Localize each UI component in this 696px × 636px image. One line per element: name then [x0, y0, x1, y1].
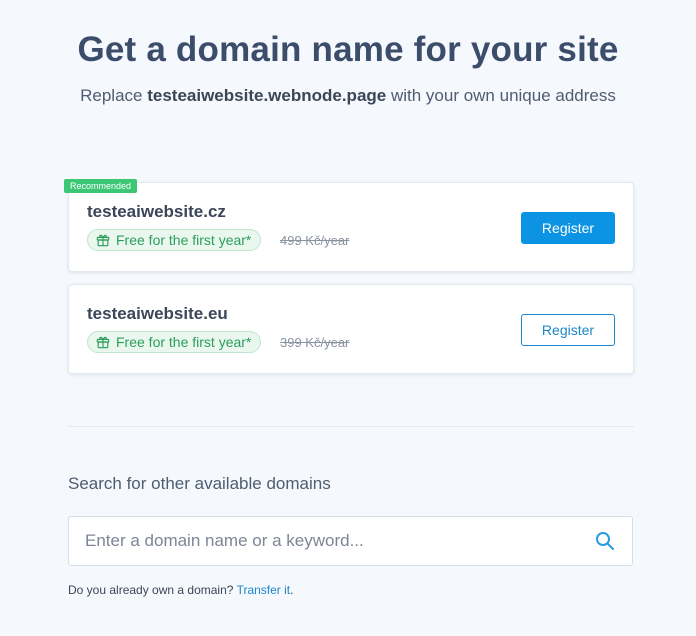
- gift-icon: [96, 336, 110, 349]
- section-divider: [68, 426, 634, 427]
- page-title: Get a domain name for your site: [77, 30, 619, 69]
- page-subtitle: Replace testeaiwebsite.webnode.page with…: [0, 86, 696, 106]
- register-button[interactable]: Register: [521, 314, 615, 346]
- transfer-link[interactable]: Transfer it: [237, 583, 291, 597]
- transfer-question: Do you already own a domain?: [68, 583, 237, 597]
- domain-offer-card: testeaiwebsite.cz Free for the first yea…: [68, 182, 634, 272]
- gift-icon: [96, 234, 110, 247]
- subtitle-suffix: with your own unique address: [386, 86, 616, 105]
- search-icon[interactable]: [595, 531, 615, 551]
- old-price: 499 Kč/year: [280, 233, 350, 248]
- transfer-suffix: .: [290, 583, 294, 597]
- subtitle-prefix: Replace: [80, 86, 148, 105]
- old-price: 399 Kč/year: [280, 335, 350, 350]
- domain-page: Get a domain name for your site Replace …: [0, 0, 696, 636]
- register-button[interactable]: Register: [521, 212, 615, 244]
- domain-name: testeaiwebsite.eu: [87, 304, 228, 323]
- free-badge: Free for the first year*: [87, 229, 262, 251]
- domain-name: testeaiwebsite.cz: [87, 202, 226, 221]
- search-box: [68, 516, 633, 566]
- free-badge: Free for the first year*: [87, 331, 262, 353]
- domain-search-input[interactable]: [69, 517, 579, 565]
- free-badge-label: Free for the first year*: [116, 232, 252, 248]
- recommended-ribbon: Recommended: [64, 179, 138, 193]
- free-badge-label: Free for the first year*: [116, 334, 252, 350]
- transfer-note: Do you already own a domain? Transfer it…: [68, 583, 293, 597]
- current-address: testeaiwebsite.webnode.page: [147, 86, 387, 105]
- search-label: Search for other available domains: [68, 474, 331, 493]
- domain-offer-card: testeaiwebsite.eu Free for the first yea…: [68, 284, 634, 374]
